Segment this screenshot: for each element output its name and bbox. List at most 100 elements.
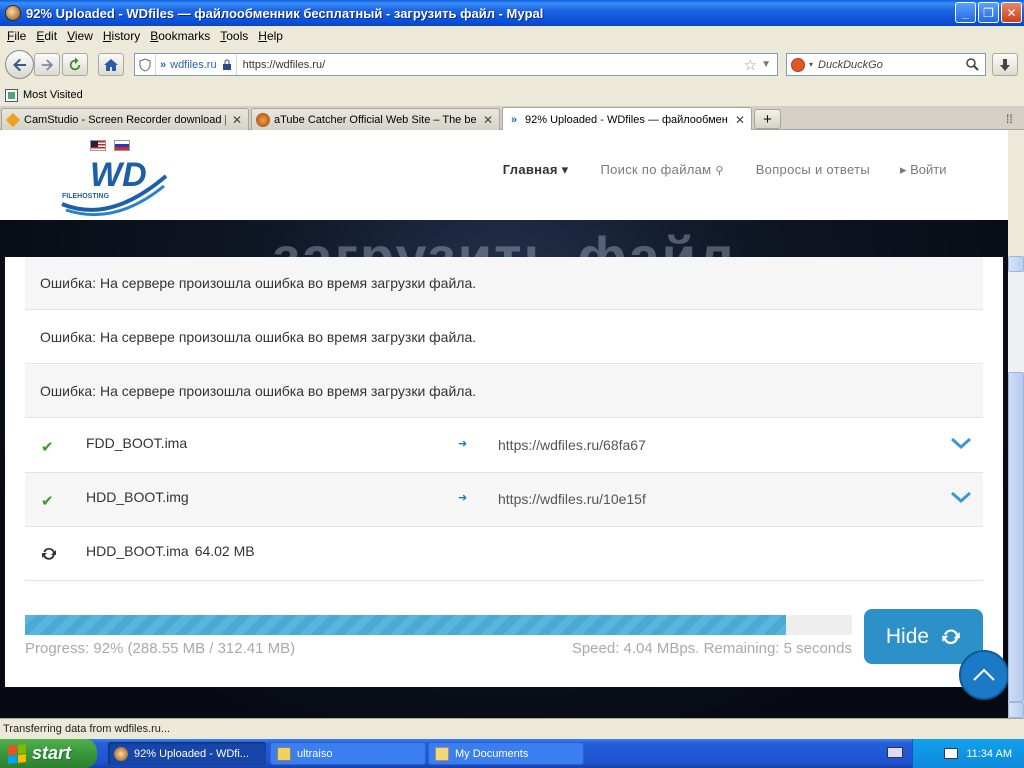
tab-label: aTube Catcher Official Web Site – The be… [274, 113, 477, 126]
start-button[interactable]: start [0, 739, 97, 768]
checkmark-icon: ✔ [41, 493, 54, 510]
task-my-documents[interactable]: My Documents [428, 742, 584, 765]
window-title-bar[interactable]: 92% Uploaded - WDfiles — файлообменник б… [0, 0, 1024, 26]
tray-window-icon[interactable] [944, 748, 959, 759]
scroll-thumb[interactable] [1008, 372, 1024, 702]
error-row: Ошибка: На сервере произошла ошибка во в… [25, 365, 983, 418]
duckduckgo-icon[interactable] [791, 57, 805, 72]
progress-text: Progress: 92% (288.55 MB / 312.41 MB) [25, 640, 296, 657]
nav-faq[interactable]: Вопросы и ответы [756, 162, 870, 178]
search-engine-dropdown-icon[interactable]: ▾ [809, 60, 813, 69]
uploading-file-row: HDD_BOOT.ima 64.02 MB [25, 527, 983, 581]
menu-file[interactable]: File [3, 29, 32, 43]
windows-logo-icon [8, 743, 26, 764]
search-input[interactable]: DuckDuckGo [818, 59, 966, 71]
scroll-up-arrow-icon[interactable] [1008, 256, 1024, 272]
close-tab-icon[interactable]: ✕ [735, 113, 745, 127]
menu-view[interactable]: View [63, 29, 99, 43]
scroll-down-arrow-icon[interactable] [1008, 702, 1024, 718]
task-label: 92% Uploaded - WDfi... [134, 747, 249, 760]
task-label: ultraiso [297, 747, 333, 760]
identity-domain: wdfiles.ru [170, 58, 217, 71]
menu-edit[interactable]: Edit [32, 29, 63, 43]
tab-atube-catcher[interactable]: aTube Catcher Official Web Site – The be… [251, 108, 500, 130]
close-tab-icon[interactable]: ✕ [232, 113, 242, 127]
nav-login[interactable]: ▸ Войти [900, 162, 947, 178]
menu-history[interactable]: History [99, 29, 146, 43]
tab-label: CamStudio - Screen Recorder download |..… [24, 113, 226, 126]
site-identity-box[interactable] [135, 54, 156, 75]
search-box[interactable]: ▾ DuckDuckGo [786, 53, 986, 76]
list-all-tabs-icon[interactable]: ⁞⁞ [1006, 112, 1013, 126]
arrow-right-icon: ➜ [458, 438, 468, 450]
identity-domain-box[interactable]: » wdfiles.ru [156, 54, 237, 75]
upload-panel: Ошибка: На сервере произошла ошибка во в… [5, 257, 1003, 687]
forward-button[interactable] [34, 53, 60, 76]
downloads-button[interactable] [992, 53, 1018, 76]
back-button[interactable] [5, 50, 34, 79]
url-text[interactable]: https://wdfiles.ru/ [237, 59, 744, 71]
forward-arrow-icon [41, 58, 54, 71]
tab-wdfiles[interactable]: » 92% Uploaded - WDfiles — файлообмен...… [502, 107, 752, 131]
browser-status-bar: Transferring data from wdfiles.ru... [0, 718, 1024, 739]
mypal-app-icon [5, 5, 21, 21]
bookmark-star-icon[interactable]: ☆ [744, 56, 757, 74]
restore-button[interactable]: ❐ [978, 2, 999, 23]
chevron-up-icon [973, 668, 995, 681]
task-mypal[interactable]: 92% Uploaded - WDfi... [108, 742, 266, 765]
reload-button[interactable] [62, 53, 88, 76]
task-ultraiso[interactable]: ultraiso [270, 742, 426, 765]
file-name: FDD_BOOT.ima [86, 435, 188, 451]
atube-icon [256, 112, 270, 127]
search-icon: ⚲ [715, 165, 724, 177]
home-icon [104, 58, 118, 71]
nav-file-search[interactable]: Поиск по файлам ⚲ [600, 162, 723, 178]
hide-button[interactable]: Hide [864, 609, 983, 664]
task-label: My Documents [455, 747, 529, 760]
menu-bookmarks[interactable]: Bookmarks [146, 29, 216, 43]
page-scrollbar[interactable] [1008, 256, 1024, 718]
camstudio-icon [5, 112, 21, 127]
ultraiso-icon [277, 746, 291, 761]
address-bar[interactable]: » wdfiles.ru https://wdfiles.ru/ ☆ ▼ [134, 53, 778, 76]
window-title: 92% Uploaded - WDfiles — файлообменник б… [26, 5, 544, 21]
url-dropdown-icon[interactable]: ▼ [761, 59, 771, 70]
menu-bar: File Edit View History Bookmarks Tools H… [0, 26, 1024, 46]
menu-tools[interactable]: Tools [216, 29, 254, 43]
wd-filehosting-logo[interactable]: WD FILEHOSTING [60, 138, 170, 218]
upload-progress-bar [25, 615, 852, 635]
site-navigation: Главная ▾ Поиск по файлам ⚲ Вопросы и от… [471, 162, 870, 178]
tab-camstudio[interactable]: CamStudio - Screen Recorder download |..… [1, 108, 249, 130]
folder-icon [435, 746, 449, 761]
close-window-button[interactable]: ✕ [1001, 2, 1022, 23]
search-icon[interactable] [966, 58, 979, 71]
most-visited-bookmark[interactable]: Most Visited [23, 89, 83, 101]
checkmark-icon: ✔ [41, 439, 54, 456]
shield-icon [139, 57, 151, 72]
file-name: HDD_BOOT.img [86, 489, 189, 505]
windows-taskbar: start 92% Uploaded - WDfi... ultraiso My… [0, 739, 1024, 768]
file-name: HDD_BOOT.ima [86, 543, 189, 559]
keyboard-language-icon[interactable] [887, 747, 903, 758]
minimize-button[interactable]: _ [955, 2, 976, 23]
hide-button-label: Hide [885, 624, 930, 648]
chevron-down-icon[interactable] [950, 435, 972, 451]
refresh-spinner-icon [42, 547, 56, 560]
close-tab-icon[interactable]: ✕ [483, 113, 493, 127]
new-tab-button[interactable]: + [754, 109, 781, 129]
wdfiles-icon: » [510, 113, 518, 126]
nav-file-search-label: Поиск по файлам [600, 162, 712, 177]
chevron-down-icon[interactable] [950, 489, 972, 505]
file-link[interactable]: https://wdfiles.ru/10e15f [498, 491, 646, 507]
lock-icon [222, 59, 231, 70]
home-button[interactable] [98, 53, 124, 76]
scroll-to-top-button[interactable] [959, 650, 1008, 700]
clock[interactable]: 11:34 AM [966, 748, 1012, 760]
logo-text: WD [90, 156, 147, 194]
file-size: 64.02 MB [194, 543, 255, 559]
speed-remaining-text: Speed: 4.04 MBps. Remaining: 5 seconds [571, 640, 852, 657]
file-link[interactable]: https://wdfiles.ru/68fa67 [498, 437, 646, 453]
nav-home[interactable]: Главная ▾ [503, 162, 569, 178]
menu-help[interactable]: Help [254, 29, 289, 43]
wdfiles-favicon: » [160, 58, 167, 71]
